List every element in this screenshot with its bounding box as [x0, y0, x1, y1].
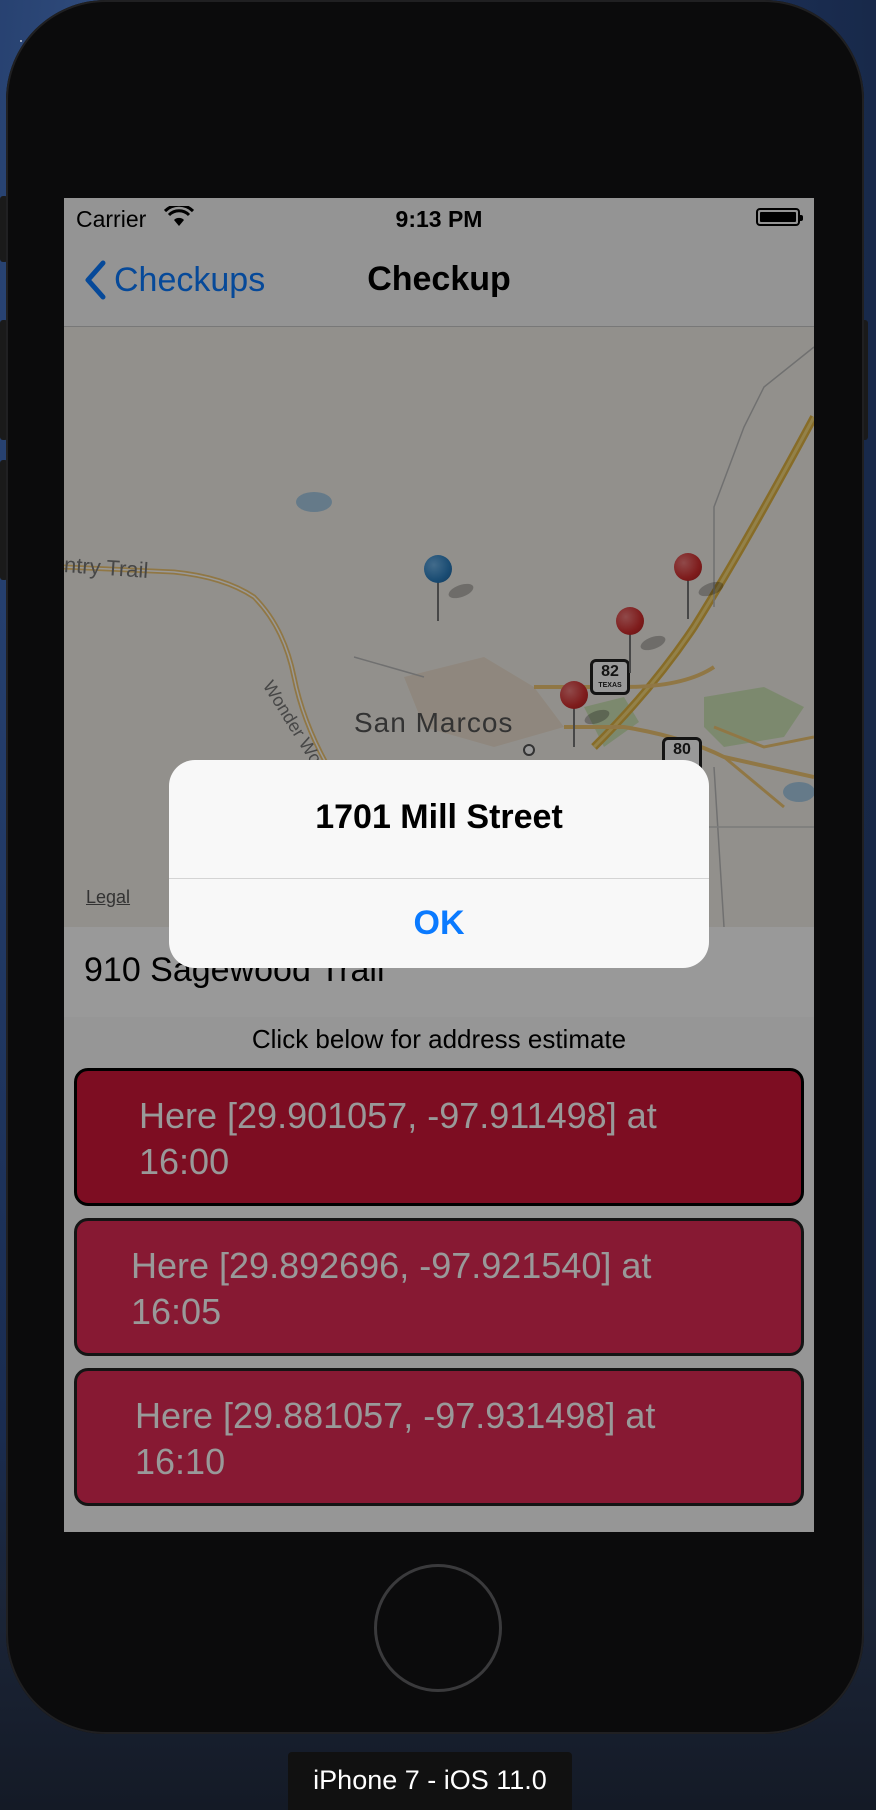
home-button[interactable] — [374, 1564, 502, 1692]
simulator-device-label: iPhone 7 - iOS 11.0 — [288, 1752, 572, 1810]
phone-frame: Carrier 9:13 PM Checkups Checkup ntry Tr… — [6, 0, 864, 1734]
alert-title: 1701 Mill Street — [315, 798, 563, 836]
screen: Carrier 9:13 PM Checkups Checkup ntry Tr… — [64, 198, 814, 1532]
alert-ok-button[interactable]: OK — [169, 879, 709, 968]
alert-dialog: 1701 Mill Street OK — [169, 760, 709, 968]
